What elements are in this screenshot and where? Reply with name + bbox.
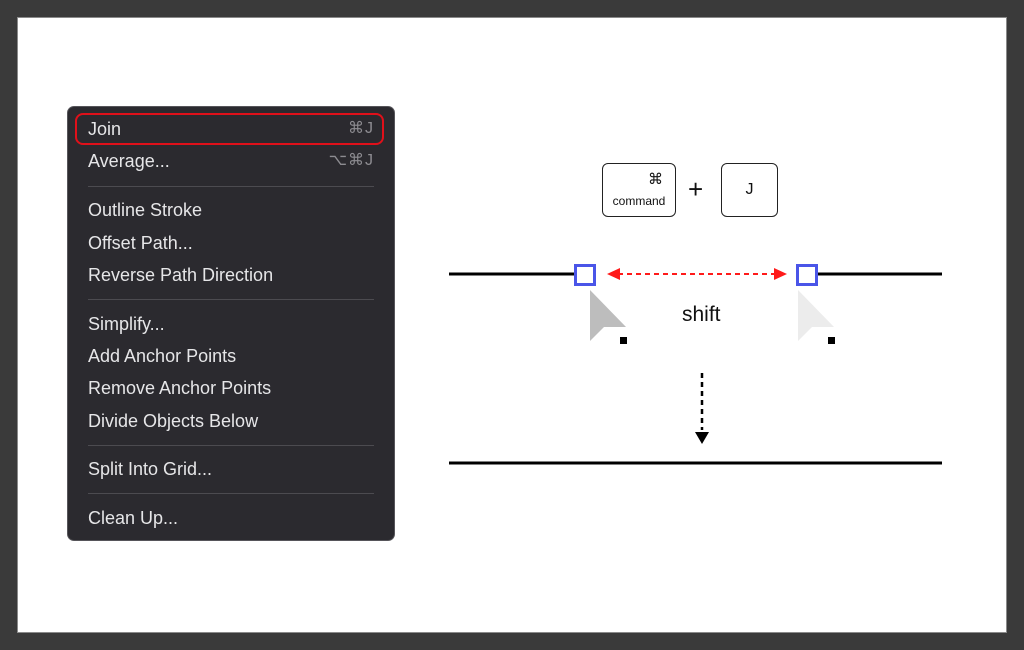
left-anchor-point[interactable] (574, 264, 596, 286)
join-diagram (449, 264, 942, 465)
cursor-anchor-badge-icon (620, 337, 627, 344)
direct-selection-cursor-shift-icon (798, 290, 834, 341)
arrowhead-left-icon (607, 268, 620, 280)
direct-selection-cursor-icon (590, 290, 626, 341)
arrowhead-right-icon (774, 268, 787, 280)
arrowhead-down-icon (695, 432, 709, 444)
cursor-anchor-badge-icon (828, 337, 835, 344)
right-anchor-point[interactable] (796, 264, 818, 286)
